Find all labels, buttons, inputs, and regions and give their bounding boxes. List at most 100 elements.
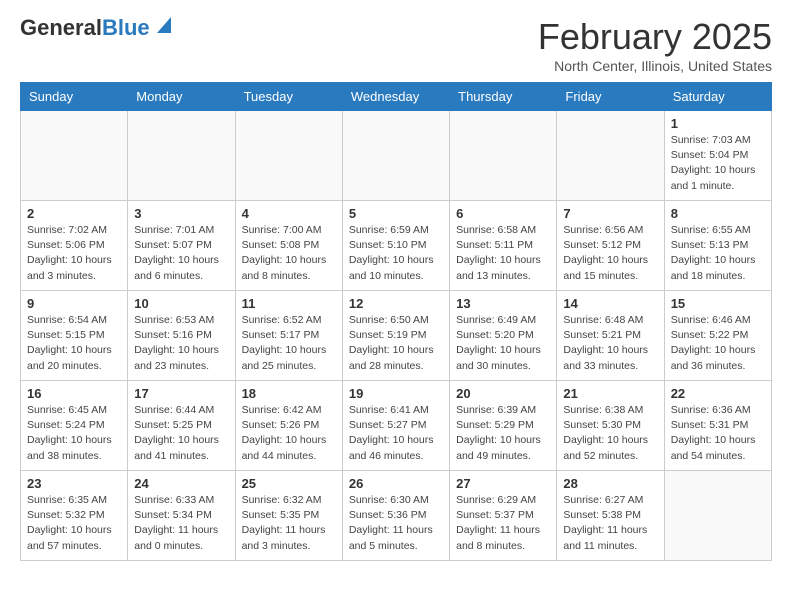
day-number: 27 [456, 476, 550, 491]
calendar-cell: 8 Sunrise: 6:55 AMSunset: 5:13 PMDaylight… [664, 201, 771, 291]
calendar-cell: 9 Sunrise: 6:54 AMSunset: 5:15 PMDaylight… [21, 291, 128, 381]
day-number: 19 [349, 386, 443, 401]
cell-info: Sunrise: 6:45 AMSunset: 5:24 PMDaylight:… [27, 403, 121, 464]
calendar-cell [342, 111, 449, 201]
calendar-cell: 14 Sunrise: 6:48 AMSunset: 5:21 PMDayligh… [557, 291, 664, 381]
weekday-header-tuesday: Tuesday [235, 83, 342, 111]
cell-info: Sunrise: 6:48 AMSunset: 5:21 PMDaylight:… [563, 313, 657, 374]
day-number: 25 [242, 476, 336, 491]
month-title: February 2025 [538, 16, 772, 58]
cell-info: Sunrise: 6:46 AMSunset: 5:22 PMDaylight:… [671, 313, 765, 374]
cell-info: Sunrise: 7:01 AMSunset: 5:07 PMDaylight:… [134, 223, 228, 284]
logo-blue: Blue [102, 15, 150, 40]
day-number: 17 [134, 386, 228, 401]
calendar-cell: 6 Sunrise: 6:58 AMSunset: 5:11 PMDaylight… [450, 201, 557, 291]
calendar-cell: 17 Sunrise: 6:44 AMSunset: 5:25 PMDayligh… [128, 381, 235, 471]
day-number: 9 [27, 296, 121, 311]
day-number: 14 [563, 296, 657, 311]
day-number: 20 [456, 386, 550, 401]
cell-info: Sunrise: 6:39 AMSunset: 5:29 PMDaylight:… [456, 403, 550, 464]
calendar-cell: 19 Sunrise: 6:41 AMSunset: 5:27 PMDayligh… [342, 381, 449, 471]
cell-info: Sunrise: 6:41 AMSunset: 5:27 PMDaylight:… [349, 403, 443, 464]
logo-triangle-icon [153, 13, 175, 35]
weekday-header-thursday: Thursday [450, 83, 557, 111]
week-row-1: 2 Sunrise: 7:02 AMSunset: 5:06 PMDaylight… [21, 201, 772, 291]
week-row-0: 1Sunrise: 7:03 AMSunset: 5:04 PMDaylight… [21, 111, 772, 201]
calendar-cell [664, 471, 771, 561]
day-number: 5 [349, 206, 443, 221]
day-number: 18 [242, 386, 336, 401]
cell-info: Sunrise: 6:44 AMSunset: 5:25 PMDaylight:… [134, 403, 228, 464]
calendar-cell: 5 Sunrise: 6:59 AMSunset: 5:10 PMDaylight… [342, 201, 449, 291]
weekday-header-saturday: Saturday [664, 83, 771, 111]
cell-info: Sunrise: 6:29 AMSunset: 5:37 PMDaylight:… [456, 493, 550, 554]
weekday-header-wednesday: Wednesday [342, 83, 449, 111]
calendar-cell: 26Sunrise: 6:30 AMSunset: 5:36 PMDayligh… [342, 471, 449, 561]
calendar-cell: 25 Sunrise: 6:32 AMSunset: 5:35 PMDayligh… [235, 471, 342, 561]
calendar-cell: 15 Sunrise: 6:46 AMSunset: 5:22 PMDayligh… [664, 291, 771, 381]
calendar-cell [235, 111, 342, 201]
calendar-cell [21, 111, 128, 201]
week-row-4: 23 Sunrise: 6:35 AMSunset: 5:32 PMDayligh… [21, 471, 772, 561]
cell-info: Sunrise: 6:42 AMSunset: 5:26 PMDaylight:… [242, 403, 336, 464]
calendar-cell: 28 Sunrise: 6:27 AMSunset: 5:38 PMDayligh… [557, 471, 664, 561]
day-number: 8 [671, 206, 765, 221]
logo-text: GeneralBlue [20, 16, 150, 40]
day-number: 28 [563, 476, 657, 491]
cell-info: Sunrise: 6:32 AMSunset: 5:35 PMDaylight:… [242, 493, 336, 554]
week-row-3: 16 Sunrise: 6:45 AMSunset: 5:24 PMDayligh… [21, 381, 772, 471]
cell-info: Sunrise: 6:49 AMSunset: 5:20 PMDaylight:… [456, 313, 550, 374]
day-number: 7 [563, 206, 657, 221]
day-number: 3 [134, 206, 228, 221]
cell-info: Sunrise: 6:53 AMSunset: 5:16 PMDaylight:… [134, 313, 228, 374]
cell-info: Sunrise: 6:38 AMSunset: 5:30 PMDaylight:… [563, 403, 657, 464]
weekday-header-sunday: Sunday [21, 83, 128, 111]
day-number: 6 [456, 206, 550, 221]
weekday-header-monday: Monday [128, 83, 235, 111]
day-number: 2 [27, 206, 121, 221]
day-number: 16 [27, 386, 121, 401]
cell-info: Sunrise: 6:56 AMSunset: 5:12 PMDaylight:… [563, 223, 657, 284]
week-row-2: 9 Sunrise: 6:54 AMSunset: 5:15 PMDaylight… [21, 291, 772, 381]
cell-info: Sunrise: 6:27 AMSunset: 5:38 PMDaylight:… [563, 493, 657, 554]
day-number: 15 [671, 296, 765, 311]
calendar-cell: 23 Sunrise: 6:35 AMSunset: 5:32 PMDayligh… [21, 471, 128, 561]
header-right: February 2025 North Center, Illinois, Un… [538, 16, 772, 74]
weekday-header-friday: Friday [557, 83, 664, 111]
calendar-cell: 21 Sunrise: 6:38 AMSunset: 5:30 PMDayligh… [557, 381, 664, 471]
header: GeneralBlue February 2025 North Center, … [20, 16, 772, 74]
cell-info: Sunrise: 6:52 AMSunset: 5:17 PMDaylight:… [242, 313, 336, 374]
cell-info: Sunrise: 7:00 AMSunset: 5:08 PMDaylight:… [242, 223, 336, 284]
day-number: 22 [671, 386, 765, 401]
calendar-cell [557, 111, 664, 201]
cell-info: Sunrise: 6:58 AMSunset: 5:11 PMDaylight:… [456, 223, 550, 284]
day-number: 13 [456, 296, 550, 311]
cell-info: Sunrise: 6:59 AMSunset: 5:10 PMDaylight:… [349, 223, 443, 284]
calendar-cell [128, 111, 235, 201]
cell-info: Sunrise: 7:02 AMSunset: 5:06 PMDaylight:… [27, 223, 121, 284]
calendar-cell: 3 Sunrise: 7:01 AMSunset: 5:07 PMDaylight… [128, 201, 235, 291]
calendar-cell: 4Sunrise: 7:00 AMSunset: 5:08 PMDaylight… [235, 201, 342, 291]
calendar-cell: 2 Sunrise: 7:02 AMSunset: 5:06 PMDaylight… [21, 201, 128, 291]
calendar-cell: 20 Sunrise: 6:39 AMSunset: 5:29 PMDayligh… [450, 381, 557, 471]
location: North Center, Illinois, United States [538, 58, 772, 74]
calendar-cell: 16 Sunrise: 6:45 AMSunset: 5:24 PMDayligh… [21, 381, 128, 471]
calendar-cell: 22Sunrise: 6:36 AMSunset: 5:31 PMDayligh… [664, 381, 771, 471]
weekday-header-row: SundayMondayTuesdayWednesdayThursdayFrid… [21, 83, 772, 111]
cell-info: Sunrise: 6:54 AMSunset: 5:15 PMDaylight:… [27, 313, 121, 374]
cell-info: Sunrise: 6:55 AMSunset: 5:13 PMDaylight:… [671, 223, 765, 284]
calendar-cell: 1Sunrise: 7:03 AMSunset: 5:04 PMDaylight… [664, 111, 771, 201]
day-number: 24 [134, 476, 228, 491]
calendar-cell: 24Sunrise: 6:33 AMSunset: 5:34 PMDayligh… [128, 471, 235, 561]
calendar-cell: 12Sunrise: 6:50 AMSunset: 5:19 PMDayligh… [342, 291, 449, 381]
calendar-cell: 7 Sunrise: 6:56 AMSunset: 5:12 PMDaylight… [557, 201, 664, 291]
calendar-cell: 13 Sunrise: 6:49 AMSunset: 5:20 PMDayligh… [450, 291, 557, 381]
day-number: 10 [134, 296, 228, 311]
cell-info: Sunrise: 6:35 AMSunset: 5:32 PMDaylight:… [27, 493, 121, 554]
page: GeneralBlue February 2025 North Center, … [0, 0, 792, 577]
calendar-cell: 11 Sunrise: 6:52 AMSunset: 5:17 PMDayligh… [235, 291, 342, 381]
day-number: 21 [563, 386, 657, 401]
day-number: 11 [242, 296, 336, 311]
day-number: 23 [27, 476, 121, 491]
day-number: 1 [671, 116, 765, 131]
